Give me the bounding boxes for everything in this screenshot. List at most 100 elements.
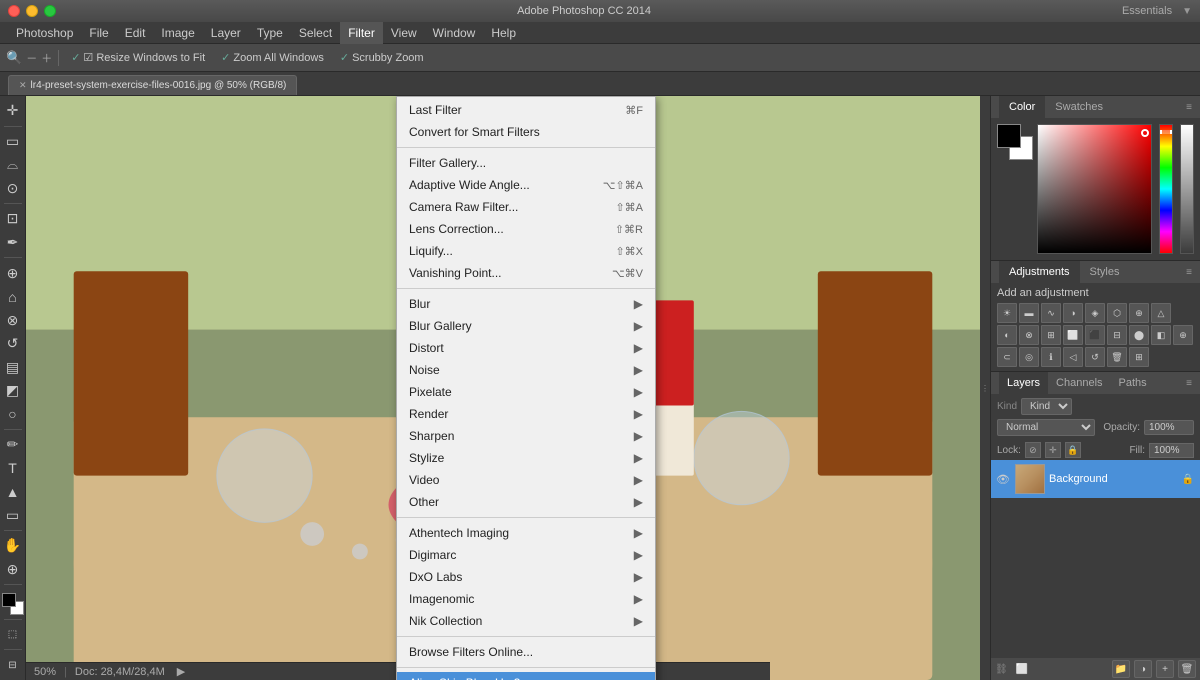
adj-threshold[interactable]: ⬤ <box>1129 325 1149 345</box>
menu-item-video[interactable]: Video ▶ <box>397 469 655 491</box>
adj-vibrance[interactable]: ◈ <box>1085 303 1105 323</box>
zoom-plus-icon[interactable]: ＋ <box>41 50 52 66</box>
menu-item-lens-correction[interactable]: Lens Correction... ⇧⌘R <box>397 218 655 240</box>
adj-selective-color[interactable]: ⊕ <box>1173 325 1193 345</box>
adj-delete[interactable]: 🗑 <box>1107 347 1127 367</box>
menu-type[interactable]: Type <box>249 22 291 44</box>
menu-window[interactable]: Window <box>425 22 484 44</box>
menu-item-convert-smart[interactable]: Convert for Smart Filters <box>397 121 655 143</box>
delete-layer-btn[interactable]: 🗑 <box>1178 660 1196 678</box>
menu-item-adaptive-wide[interactable]: Adaptive Wide Angle... ⌥⇧⌘A <box>397 174 655 196</box>
menu-item-blur-gallery[interactable]: Blur Gallery ▶ <box>397 315 655 337</box>
lock-position-icon[interactable]: ✛ <box>1045 442 1061 458</box>
menu-item-browse-online[interactable]: Browse Filters Online... <box>397 641 655 663</box>
adj-posterize[interactable]: ⊟ <box>1107 325 1127 345</box>
adjustments-tab[interactable]: Adjustments <box>999 261 1080 283</box>
adj-curves[interactable]: ∿ <box>1041 303 1061 323</box>
menu-photoshop[interactable]: Photoshop <box>8 22 81 44</box>
dodge-tool[interactable]: ○ <box>2 404 24 426</box>
menu-item-other[interactable]: Other ▶ <box>397 491 655 513</box>
blend-mode-select[interactable]: Normal <box>997 419 1095 436</box>
quick-select-tool[interactable]: ⊙ <box>2 178 24 200</box>
layers-panel-menu[interactable]: ≡ <box>1186 378 1192 389</box>
menu-file[interactable]: File <box>81 22 116 44</box>
screen-mode-btn[interactable]: ⊟ <box>2 654 24 676</box>
adj-channel-mixer[interactable]: ⊞ <box>1041 325 1061 345</box>
menu-view[interactable]: View <box>383 22 425 44</box>
menu-item-filter-gallery[interactable]: Filter Gallery... <box>397 152 655 174</box>
move-tool[interactable]: ✛ <box>2 100 24 122</box>
status-arrow[interactable]: ▶ <box>177 665 185 678</box>
panel-collapse-handle[interactable]: ⋮ <box>980 96 990 680</box>
menu-help[interactable]: Help <box>483 22 524 44</box>
adj-photo-filter[interactable]: ⊗ <box>1019 325 1039 345</box>
color-gradient-picker[interactable] <box>1037 124 1152 254</box>
shape-tool[interactable]: ▭ <box>2 505 24 527</box>
menu-layer[interactable]: Layer <box>203 22 249 44</box>
menu-item-athentech[interactable]: Athentech Imaging ▶ <box>397 522 655 544</box>
adj-hsl[interactable]: ⬡ <box>1107 303 1127 323</box>
adj-bw[interactable]: ◐ <box>997 325 1017 345</box>
resize-windows-btn[interactable]: ✓ ☑ Resize Windows to Fit <box>65 47 211 69</box>
menu-item-camera-raw[interactable]: Camera Raw Filter... ⇧⌘A <box>397 196 655 218</box>
lasso-tool[interactable]: ⌓ <box>2 154 24 176</box>
opacity-slider[interactable] <box>1180 124 1194 254</box>
text-tool[interactable]: T <box>2 458 24 480</box>
channels-tab[interactable]: Channels <box>1048 372 1110 394</box>
history-brush[interactable]: ↺ <box>2 333 24 355</box>
menu-item-stylize[interactable]: Stylize ▶ <box>397 447 655 469</box>
adj-info[interactable]: ℹ <box>1041 347 1061 367</box>
menu-item-last-filter[interactable]: Last Filter ⌘F <box>397 99 655 121</box>
adj-prev[interactable]: ◁ <box>1063 347 1083 367</box>
maximize-button[interactable] <box>44 5 56 17</box>
fill-input[interactable] <box>1149 443 1194 458</box>
new-adjustment-btn[interactable]: ◑ <box>1134 660 1152 678</box>
lock-all-icon[interactable]: 🔒 <box>1065 442 1081 458</box>
new-group-btn[interactable]: 📁 <box>1112 660 1130 678</box>
brush-tool[interactable]: ⌂ <box>2 286 24 308</box>
path-select-tool[interactable]: ▲ <box>2 481 24 503</box>
crop-tool[interactable]: ⊡ <box>2 208 24 230</box>
adj-gradient-map[interactable]: ◧ <box>1151 325 1171 345</box>
healing-tool[interactable]: ⊕ <box>2 262 24 284</box>
paths-tab[interactable]: Paths <box>1111 372 1155 394</box>
menu-item-liquify[interactable]: Liquify... ⇧⌘X <box>397 240 655 262</box>
adj-clip[interactable]: ⊂ <box>997 347 1017 367</box>
adj-exposure[interactable]: ◑ <box>1063 303 1083 323</box>
adj-brightness[interactable]: ☀ <box>997 303 1017 323</box>
menu-item-nik[interactable]: Nik Collection ▶ <box>397 610 655 632</box>
close-button[interactable] <box>8 5 20 17</box>
styles-tab[interactable]: Styles <box>1080 261 1130 283</box>
adj-triangle[interactable]: △ <box>1151 303 1171 323</box>
close-tab-icon[interactable]: ✕ <box>19 80 27 91</box>
adj-eye[interactable]: ◎ <box>1019 347 1039 367</box>
clone-tool[interactable]: ⊗ <box>2 309 24 331</box>
adj-reset[interactable]: ↺ <box>1085 347 1105 367</box>
zoom-tool-icon[interactable]: 🔍 <box>6 50 22 66</box>
color-swatches[interactable] <box>997 124 1033 160</box>
menu-item-distort[interactable]: Distort ▶ <box>397 337 655 359</box>
layers-tab[interactable]: Layers <box>999 372 1048 394</box>
document-tab[interactable]: ✕ lr4-preset-system-exercise-files-0016.… <box>8 75 297 95</box>
adj-invert[interactable]: ⬛ <box>1085 325 1105 345</box>
layer-row-background[interactable]: 👁 Background 🔒 <box>991 460 1200 498</box>
adj-color-lookup[interactable]: ⬜ <box>1063 325 1083 345</box>
new-layer-btn[interactable]: + <box>1156 660 1174 678</box>
zoom-all-windows-btn[interactable]: ✓ Zoom All Windows <box>215 47 330 69</box>
adj-levels[interactable]: ▬ <box>1019 303 1039 323</box>
foreground-color-swatch[interactable] <box>2 593 24 615</box>
swatches-tab[interactable]: Swatches <box>1045 96 1113 118</box>
menu-item-dxo[interactable]: DxO Labs ▶ <box>397 566 655 588</box>
menu-item-blur[interactable]: Blur ▶ <box>397 293 655 315</box>
workspace-selector[interactable]: Essentials <box>1112 5 1172 17</box>
minimize-button[interactable] <box>26 5 38 17</box>
hue-slider[interactable] <box>1159 124 1173 254</box>
menu-filter[interactable]: Filter <box>340 22 383 44</box>
menu-item-imagenomic[interactable]: Imagenomic ▶ <box>397 588 655 610</box>
adj-grid[interactable]: ⊞ <box>1129 347 1149 367</box>
scrubby-zoom-btn[interactable]: ✓ Scrubby Zoom <box>334 47 430 69</box>
workspace-chevron[interactable]: ▼ <box>1182 6 1192 17</box>
zoom-minus-icon[interactable]: － <box>26 50 37 66</box>
menu-item-render[interactable]: Render ▶ <box>397 403 655 425</box>
link-icon[interactable]: ⛓ <box>995 664 1008 675</box>
